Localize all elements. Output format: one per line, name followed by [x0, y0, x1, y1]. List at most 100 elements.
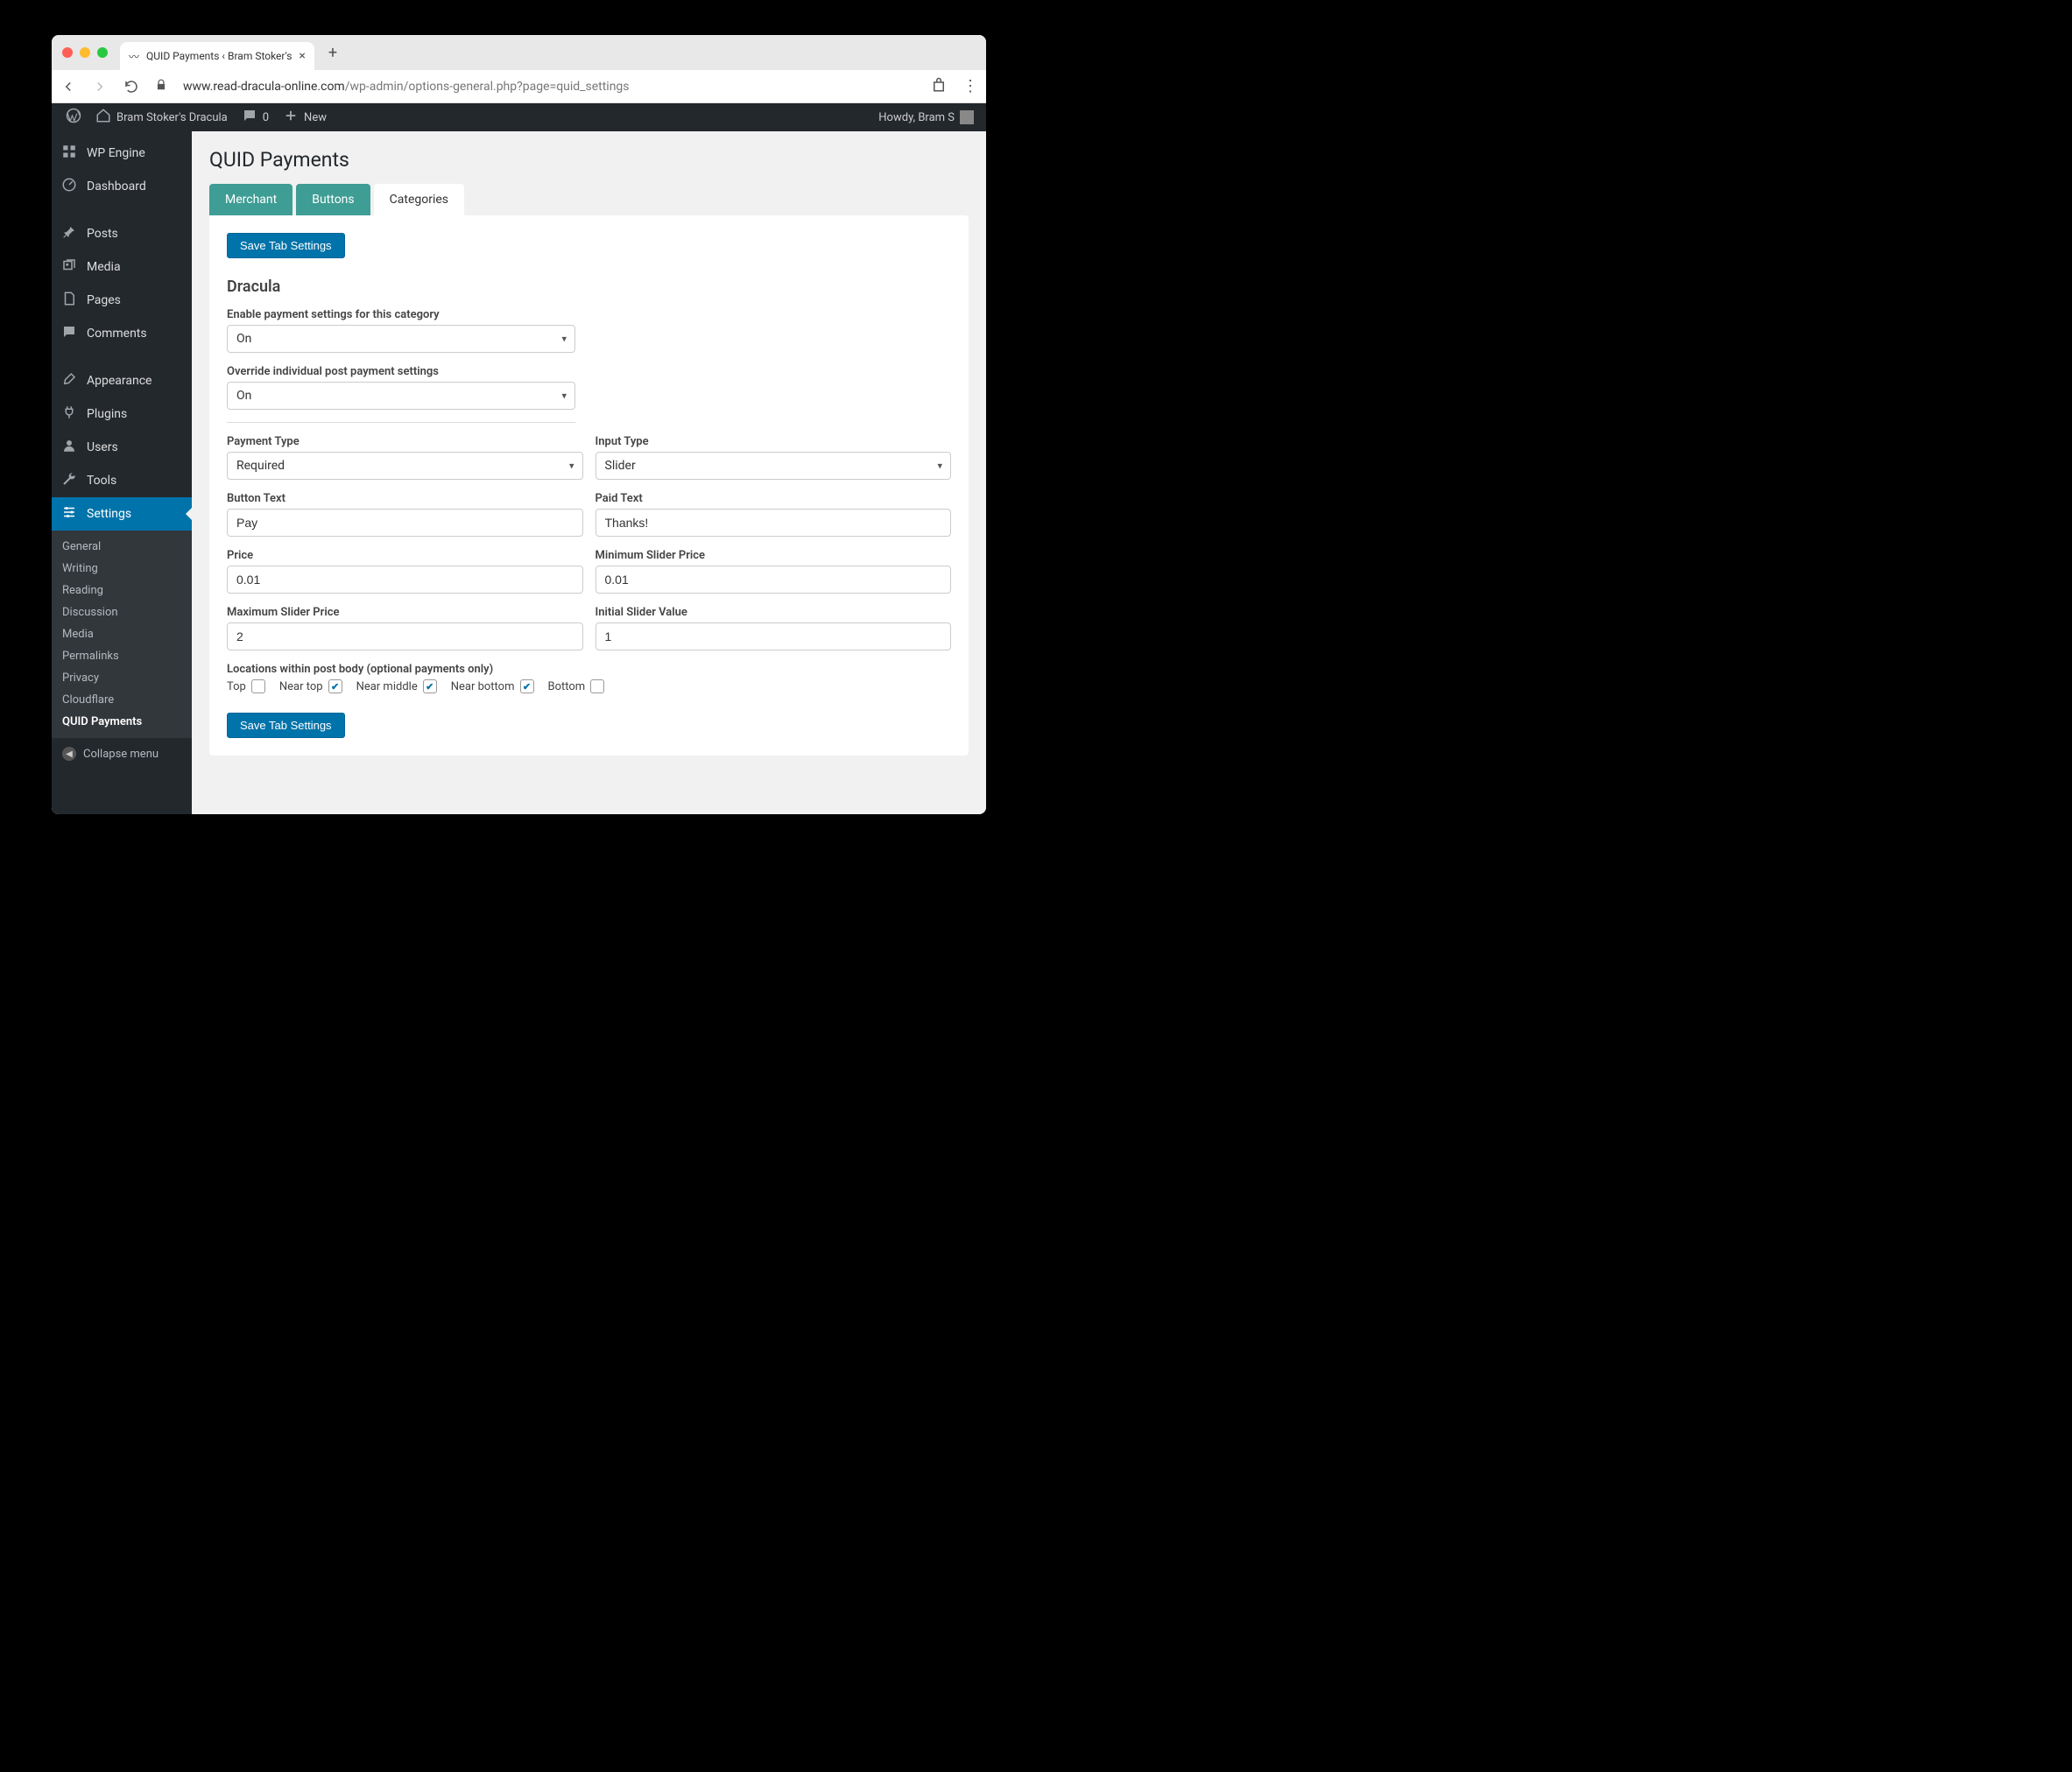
menu-label: Appearance: [87, 374, 152, 388]
submenu-item-cloudflare[interactable]: Cloudflare: [52, 689, 192, 711]
initial-slider-input[interactable]: [596, 622, 952, 650]
account-link[interactable]: Howdy, Bram S: [878, 110, 979, 124]
browser-tab[interactable]: 〰 QUID Payments ‹ Bram Stoker's ×: [120, 42, 314, 70]
site-link[interactable]: Bram Stoker's Dracula: [88, 103, 235, 131]
min-slider-input[interactable]: [596, 566, 952, 594]
admin-sidebar: WP EngineDashboard Posts Media Pages Commen…: [52, 131, 192, 814]
payment-type-select[interactable]: Required: [227, 452, 583, 480]
submenu-item-privacy[interactable]: Privacy: [52, 667, 192, 689]
tab-nav: MerchantButtonsCategories: [209, 184, 969, 215]
menu-item-dashboard[interactable]: Dashboard: [52, 170, 192, 203]
override-label: Override individual post payment setting…: [227, 365, 951, 378]
location-near_middle: Near middle: [356, 679, 437, 693]
url-path: /wp-admin/options-general.php?page=quid_…: [345, 80, 630, 94]
plug-icon: [60, 404, 78, 424]
save-tab-settings-button[interactable]: Save Tab Settings: [227, 233, 345, 258]
menu-item-wpengine[interactable]: WP Engine: [52, 137, 192, 170]
menu-item-appearance[interactable]: Appearance: [52, 364, 192, 397]
checkbox-label: Near bottom: [451, 680, 515, 693]
save-tab-settings-button-bottom[interactable]: Save Tab Settings: [227, 713, 345, 738]
menu-item-users[interactable]: Users: [52, 431, 192, 464]
enable-select[interactable]: On: [227, 325, 575, 353]
menu-item-plugins[interactable]: Plugins: [52, 397, 192, 431]
checkbox-label: Near middle: [356, 680, 418, 693]
home-icon: [95, 108, 111, 127]
browser-tab-strip: 〰 QUID Payments ‹ Bram Stoker's × +: [52, 35, 986, 70]
lock-icon: [155, 79, 167, 94]
minimize-window-button[interactable]: [80, 47, 90, 58]
url-display[interactable]: www.read-dracula-online.com/wp-admin/opt…: [183, 80, 915, 94]
tab-merchant[interactable]: Merchant: [209, 184, 292, 215]
input-type-select[interactable]: Slider: [596, 452, 952, 480]
menu-label: Plugins: [87, 407, 127, 421]
menu-item-tools[interactable]: Tools: [52, 464, 192, 497]
menu-item-posts[interactable]: Posts: [52, 217, 192, 250]
category-title: Dracula: [227, 278, 951, 296]
menu-item-pages[interactable]: Pages: [52, 284, 192, 317]
brush-icon: [60, 371, 78, 390]
close-window-button[interactable]: [62, 47, 73, 58]
paid-text-input[interactable]: [596, 509, 952, 537]
browser-address-bar: www.read-dracula-online.com/wp-admin/opt…: [52, 70, 986, 103]
override-select[interactable]: On: [227, 382, 575, 410]
collapse-label: Collapse menu: [83, 748, 159, 761]
pages-icon: [60, 291, 78, 310]
submenu-item-reading[interactable]: Reading: [52, 580, 192, 601]
comments-link[interactable]: 0: [235, 103, 276, 131]
menu-item-settings[interactable]: Settings: [52, 497, 192, 531]
menu-item-media[interactable]: Media: [52, 250, 192, 284]
checkbox-near_bottom[interactable]: [520, 679, 534, 693]
url-domain: www.read-dracula-online.com: [183, 80, 345, 94]
submenu-item-permalinks[interactable]: Permalinks: [52, 645, 192, 667]
submenu-item-quid[interactable]: QUID Payments: [52, 711, 192, 733]
paid-text-label: Paid Text: [596, 492, 952, 505]
maximize-window-button[interactable]: [97, 47, 108, 58]
enable-label: Enable payment settings for this categor…: [227, 308, 951, 321]
checkbox-near_top[interactable]: [328, 679, 342, 693]
checkbox-label: Near top: [279, 680, 323, 693]
submenu-item-media[interactable]: Media: [52, 623, 192, 645]
checkbox-top[interactable]: [251, 679, 265, 693]
menu-label: Media: [87, 260, 121, 274]
back-button[interactable]: [60, 79, 76, 95]
menu-label: Posts: [87, 227, 118, 241]
dashboard-icon: [60, 177, 78, 196]
admin-content: QUID Payments MerchantButtonsCategories …: [192, 131, 986, 814]
forward-button[interactable]: [92, 79, 108, 95]
submenu-item-discussion[interactable]: Discussion: [52, 601, 192, 623]
checkbox-near_middle[interactable]: [423, 679, 437, 693]
price-input[interactable]: [227, 566, 583, 594]
button-text-label: Button Text: [227, 492, 583, 505]
browser-window: 〰 QUID Payments ‹ Bram Stoker's × + www.…: [52, 35, 986, 814]
plus-icon: [283, 108, 299, 127]
tab-panel-categories: Save Tab Settings Dracula Enable payment…: [209, 215, 969, 756]
menu-item-comments[interactable]: Comments: [52, 317, 192, 350]
reload-button[interactable]: [123, 79, 139, 95]
extension-icon[interactable]: [931, 77, 947, 96]
collapse-menu-button[interactable]: ◀ Collapse menu: [52, 738, 192, 770]
checkbox-bottom[interactable]: [590, 679, 604, 693]
new-content-link[interactable]: New: [276, 103, 334, 131]
media-icon: [60, 257, 78, 277]
input-type-label: Input Type: [596, 435, 952, 448]
site-name: Bram Stoker's Dracula: [116, 111, 228, 124]
page-title: QUID Payments: [209, 140, 969, 184]
max-slider-input[interactable]: [227, 622, 583, 650]
wp-logo[interactable]: [59, 103, 88, 131]
wp-admin-bar: Bram Stoker's Dracula 0 New Howdy, Bram …: [52, 103, 986, 131]
menu-label: Comments: [87, 327, 147, 341]
sliders-icon: [60, 504, 78, 524]
browser-menu-button[interactable]: ⋮: [962, 77, 977, 95]
tab-close-icon[interactable]: ×: [299, 49, 305, 63]
new-tab-button[interactable]: +: [321, 44, 344, 62]
submenu-item-writing[interactable]: Writing: [52, 558, 192, 580]
menu-label: Settings: [87, 507, 131, 521]
max-slider-label: Maximum Slider Price: [227, 606, 583, 619]
submenu-item-general[interactable]: General: [52, 536, 192, 558]
tab-categories[interactable]: Categories: [374, 184, 464, 215]
location-top: Top: [227, 679, 265, 693]
button-text-input[interactable]: [227, 509, 583, 537]
new-label: New: [304, 111, 327, 124]
price-label: Price: [227, 549, 583, 562]
tab-buttons[interactable]: Buttons: [296, 184, 370, 215]
